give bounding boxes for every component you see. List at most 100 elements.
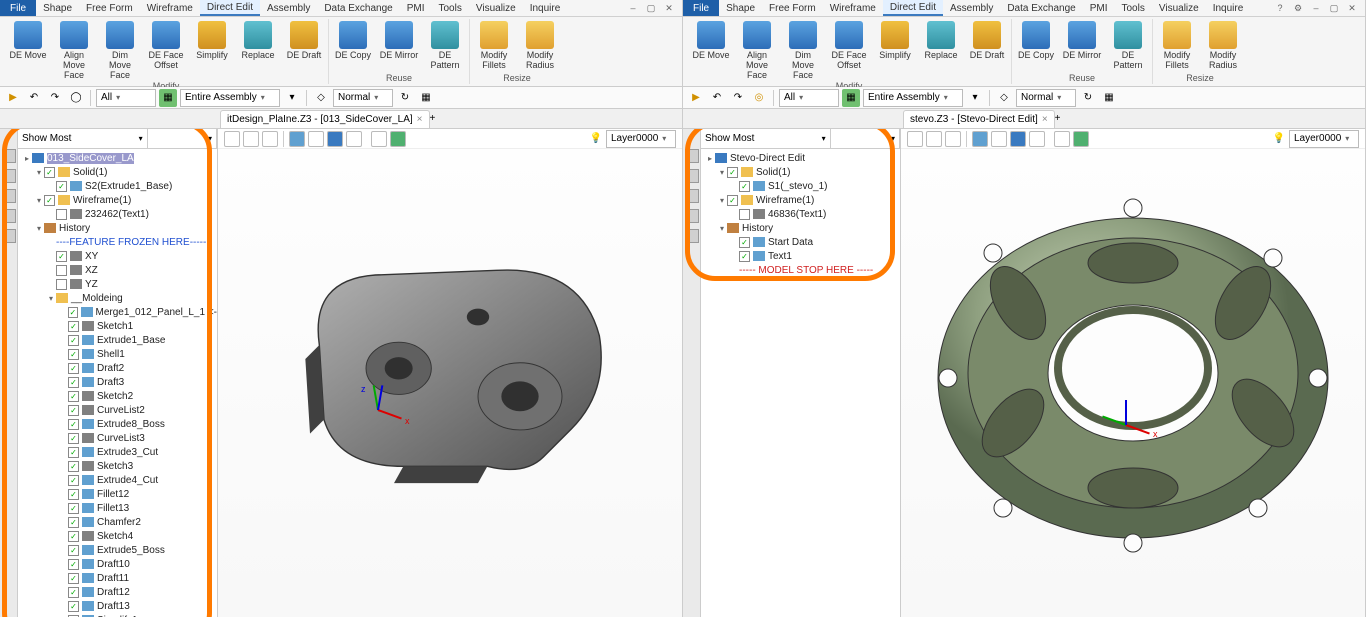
- tree-node[interactable]: ✓Sketch2: [18, 389, 217, 403]
- menu-freeform[interactable]: Free Form: [79, 0, 140, 16]
- ribbon-simplify[interactable]: Simplify: [192, 21, 232, 60]
- tree-node[interactable]: ▾History: [18, 221, 217, 235]
- ribbon-replace[interactable]: Replace: [238, 21, 278, 60]
- section-icon[interactable]: [1010, 131, 1026, 147]
- assembly-dropdown[interactable]: Entire Assembly: [863, 89, 963, 107]
- document-tab[interactable]: itDesign_PlaIne.Z3 - [013_SideCover_LA] …: [220, 110, 430, 128]
- tree-node[interactable]: ✓Draft11: [18, 571, 217, 585]
- tree-node[interactable]: ✓Extrude1_Base: [18, 333, 217, 347]
- ribbon-de-move[interactable]: DE Move: [8, 21, 48, 60]
- menu-shape[interactable]: Shape: [36, 0, 79, 16]
- settings-icon[interactable]: ⚙: [1291, 2, 1305, 14]
- undo-icon[interactable]: ↶: [708, 89, 726, 107]
- tree-node[interactable]: ▸013_SideCover_LA: [18, 151, 217, 165]
- tree-node[interactable]: ▾✓Wireframe(1): [18, 193, 217, 207]
- section-icon[interactable]: [327, 131, 343, 147]
- rail-btn-5[interactable]: [2, 229, 16, 243]
- bg-icon[interactable]: [1073, 131, 1089, 147]
- redo-icon[interactable]: ↷: [46, 89, 64, 107]
- close-tab-icon[interactable]: ×: [1042, 114, 1048, 125]
- tree-node[interactable]: XZ: [18, 263, 217, 277]
- circle-select-icon[interactable]: ◯: [67, 89, 85, 107]
- rail-btn-2[interactable]: [2, 169, 16, 183]
- view-iso-icon[interactable]: [224, 131, 240, 147]
- show-mode-dropdown[interactable]: Show Most: [701, 129, 831, 148]
- tree-node[interactable]: 46836(Text1): [701, 207, 900, 221]
- view-icon[interactable]: ◇: [312, 89, 330, 107]
- tree-node[interactable]: ✓Extrude8_Boss: [18, 417, 217, 431]
- menu-data-exchange[interactable]: Data Exchange: [317, 0, 399, 16]
- menu-direct-edit[interactable]: Direct Edit: [883, 0, 943, 16]
- undo-icon[interactable]: ↶: [25, 89, 43, 107]
- menu-wireframe[interactable]: Wireframe: [823, 0, 883, 16]
- menu-pmi[interactable]: PMI: [1083, 0, 1115, 16]
- tree-node[interactable]: ✓Chamfer2: [18, 515, 217, 529]
- shade-icon[interactable]: [972, 131, 988, 147]
- menu-wireframe[interactable]: Wireframe: [140, 0, 200, 16]
- file-menu[interactable]: File: [0, 0, 36, 16]
- tree-node[interactable]: ----FEATURE FROZEN HERE-----: [18, 235, 217, 249]
- tree-node[interactable]: ▾__Moldeing: [18, 291, 217, 305]
- tree-node[interactable]: ✓Sketch1: [18, 319, 217, 333]
- tree-node[interactable]: ✓Start Data: [701, 235, 900, 249]
- menu-inquire[interactable]: Inquire: [523, 0, 568, 16]
- ribbon-align-move-face[interactable]: Align Move Face: [737, 21, 777, 80]
- close-tab-icon[interactable]: ×: [417, 114, 423, 125]
- tree-node[interactable]: ✓Draft3: [18, 375, 217, 389]
- tree-node[interactable]: ✓Sketch4: [18, 529, 217, 543]
- ribbon-align-move-face[interactable]: Align Move Face: [54, 21, 94, 80]
- target-icon[interactable]: ◎: [750, 89, 768, 107]
- tree-node[interactable]: ✓Draft12: [18, 585, 217, 599]
- select-tool-icon[interactable]: ▶: [687, 89, 705, 107]
- select-tool-icon[interactable]: ▶: [4, 89, 22, 107]
- tree-node[interactable]: ✓CurveList3: [18, 431, 217, 445]
- wireframe-icon[interactable]: [308, 131, 324, 147]
- feature-tree[interactable]: ▸013_SideCover_LA▾✓Solid(1)✓S2(Extrude1_…: [18, 149, 217, 617]
- view-iso-icon[interactable]: [907, 131, 923, 147]
- ribbon-replace[interactable]: Replace: [921, 21, 961, 60]
- scope-dropdown[interactable]: All: [96, 89, 156, 107]
- rail-btn-2[interactable]: [685, 169, 699, 183]
- show-mode-dropdown[interactable]: Show Most: [18, 129, 148, 148]
- tree-node[interactable]: ✓Merge1_012_Panel_L_1 <-: [18, 305, 217, 319]
- document-tab[interactable]: stevo.Z3 - [Stevo-Direct Edit] ×: [903, 110, 1055, 128]
- view-front-icon[interactable]: [243, 131, 259, 147]
- tree-node[interactable]: ✓Extrude5_Boss: [18, 543, 217, 557]
- view-rotate-icon[interactable]: [945, 131, 961, 147]
- tree-node[interactable]: ✓Draft13: [18, 599, 217, 613]
- filter-icon[interactable]: ▦: [842, 89, 860, 107]
- tree-node[interactable]: ✓S1(_stevo_1): [701, 179, 900, 193]
- menu-assembly[interactable]: Assembly: [260, 0, 317, 16]
- tree-node[interactable]: ----- MODEL STOP HERE -----: [701, 263, 900, 277]
- filter2-icon[interactable]: ▾: [966, 89, 984, 107]
- layer-dropdown[interactable]: Layer0000: [606, 130, 676, 148]
- measure-icon[interactable]: [346, 131, 362, 147]
- menu-inquire[interactable]: Inquire: [1206, 0, 1251, 16]
- tree-node[interactable]: ▾✓Wireframe(1): [701, 193, 900, 207]
- refresh-icon[interactable]: ↻: [396, 89, 414, 107]
- ribbon-de-mirror[interactable]: DE Mirror: [379, 21, 419, 60]
- file-menu[interactable]: File: [683, 0, 719, 16]
- ribbon-modify-fillets[interactable]: Modify Fillets: [1157, 21, 1197, 70]
- ribbon-de-draft[interactable]: DE Draft: [967, 21, 1007, 60]
- grid-toggle-icon[interactable]: [371, 131, 387, 147]
- tree-node[interactable]: ✓Text1: [701, 249, 900, 263]
- rail-btn-3[interactable]: [2, 189, 16, 203]
- assembly-dropdown[interactable]: Entire Assembly: [180, 89, 280, 107]
- tree-node[interactable]: ✓Extrude3_Cut: [18, 445, 217, 459]
- refresh-icon[interactable]: ↻: [1079, 89, 1097, 107]
- scope-dropdown[interactable]: All: [779, 89, 839, 107]
- filter2-icon[interactable]: ▾: [283, 89, 301, 107]
- ribbon-de-face-offset[interactable]: DE Face Offset: [146, 21, 186, 70]
- minimize-icon[interactable]: –: [1309, 2, 1323, 14]
- tree-filter-dropdown[interactable]: [148, 129, 217, 148]
- menu-direct-edit[interactable]: Direct Edit: [200, 0, 260, 16]
- tree-node[interactable]: YZ: [18, 277, 217, 291]
- menu-shape[interactable]: Shape: [719, 0, 762, 16]
- mode-dropdown[interactable]: Normal: [1016, 89, 1076, 107]
- menu-visualize[interactable]: Visualize: [1152, 0, 1206, 16]
- tree-node[interactable]: ✓Draft10: [18, 557, 217, 571]
- rail-btn-4[interactable]: [685, 209, 699, 223]
- menu-data-exchange[interactable]: Data Exchange: [1000, 0, 1082, 16]
- menu-visualize[interactable]: Visualize: [469, 0, 523, 16]
